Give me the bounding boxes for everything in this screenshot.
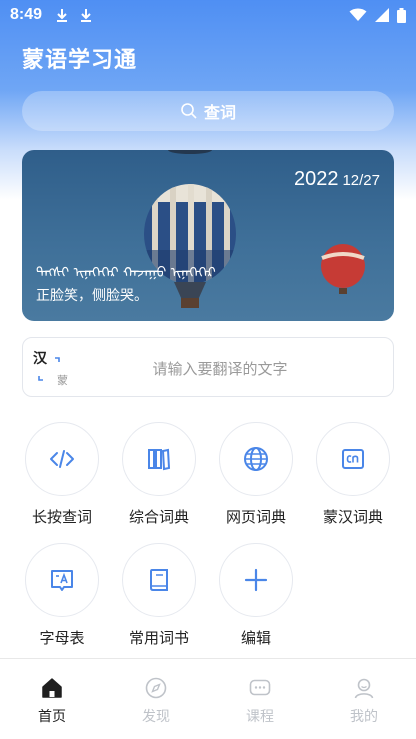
feature-icon-circle[interactable]	[219, 543, 293, 617]
app-title: 蒙语学习通	[22, 48, 138, 73]
cn-icon	[342, 449, 364, 469]
home-icon	[42, 678, 62, 698]
feature-icon-circle[interactable]	[25, 543, 99, 617]
compass-icon	[145, 677, 167, 699]
nav-label: 课程	[246, 709, 274, 725]
daily-quote-banner[interactable]: 2022 12/27 ᠲᠡᠭᠰᠢ ᠢᠨᠡᠭᠡᠭᠡᠷ ᠬᠠᠵᠠᠭᠤ ᠢᠨᠡᠭᠡᠭᠡᠷ…	[22, 150, 394, 321]
feature-icon-circle[interactable]	[25, 422, 99, 496]
nav-profile[interactable]: 我的	[312, 659, 416, 739]
globe-icon	[244, 447, 268, 471]
feature-comprehensive-dictionary[interactable]: 综合词典	[119, 422, 199, 527]
profile-icon	[354, 678, 374, 699]
nav-home[interactable]: 首页	[0, 659, 104, 739]
download-icon	[57, 9, 68, 22]
translate-placeholder: 请输入要翻译的文字	[152, 360, 288, 378]
feature-label: 综合词典	[128, 508, 189, 526]
banner-month-day: 12/27	[342, 172, 380, 189]
feature-icon-circle[interactable]	[219, 422, 293, 496]
download-icon	[81, 9, 92, 22]
feature-label: 常用词书	[128, 629, 189, 647]
feature-web-dictionary[interactable]: 网页词典	[216, 422, 296, 527]
nav-label: 首页	[38, 709, 66, 725]
feature-icon-circle[interactable]	[316, 422, 390, 496]
status-indicators	[349, 7, 406, 23]
feature-common-wordbook[interactable]: 常用词书	[119, 543, 199, 648]
books-icon	[148, 448, 171, 471]
nav-label: 发现	[142, 709, 170, 725]
search-label: 查词	[203, 103, 236, 122]
download-indicators	[56, 8, 92, 22]
feature-label: 网页词典	[225, 508, 286, 526]
translate-input[interactable]: 汉 蒙 请输入要翻译的文字	[22, 337, 394, 397]
plus-icon	[244, 568, 268, 592]
feature-label: 字母表	[39, 629, 85, 647]
feature-long-press-lookup[interactable]: 长按查词	[22, 422, 102, 527]
status-bar: 8:49	[0, 0, 416, 30]
wifi-icon	[349, 8, 367, 21]
search-icon	[181, 103, 197, 119]
feature-label: 蒙汉词典	[322, 508, 383, 526]
feature-icon-circle[interactable]	[122, 543, 196, 617]
feature-mongolian-chinese-dictionary[interactable]: 蒙汉词典	[313, 422, 393, 527]
nav-discover[interactable]: 发现	[104, 659, 208, 739]
banner-date: 2022 12/27	[294, 168, 380, 191]
book-icon	[150, 569, 168, 591]
feature-icon-circle[interactable]	[122, 422, 196, 496]
battery-icon	[397, 7, 406, 23]
feature-label: 长按查词	[31, 508, 92, 526]
alphabet-icon	[51, 570, 73, 591]
status-time: 8:49	[10, 6, 43, 23]
nav-courses[interactable]: 课程	[208, 659, 312, 739]
chinese-quote: 正脸笑，侧脸哭。	[36, 288, 148, 304]
search-button[interactable]: 查词	[22, 91, 394, 131]
bottom-navigation: 首页 发现 课程 我的	[0, 658, 416, 739]
mongolian-quote: ᠲᠡᠭᠰᠢ ᠢᠨᠡᠭᠡᠭᠡᠷ ᠬᠠᠵᠠᠭᠤ ᠢᠨᠡᠭᠡᠭᠡᠷ	[36, 265, 216, 281]
feature-alphabet[interactable]: 字母表	[22, 543, 102, 648]
nav-label: 我的	[350, 709, 378, 725]
chat-icon	[249, 679, 271, 696]
signal-icon	[375, 8, 389, 22]
banner-year: 2022	[293, 168, 339, 190]
feature-label: 编辑	[240, 629, 271, 647]
code-icon	[50, 450, 74, 468]
feature-edit[interactable]: 编辑	[216, 543, 296, 648]
